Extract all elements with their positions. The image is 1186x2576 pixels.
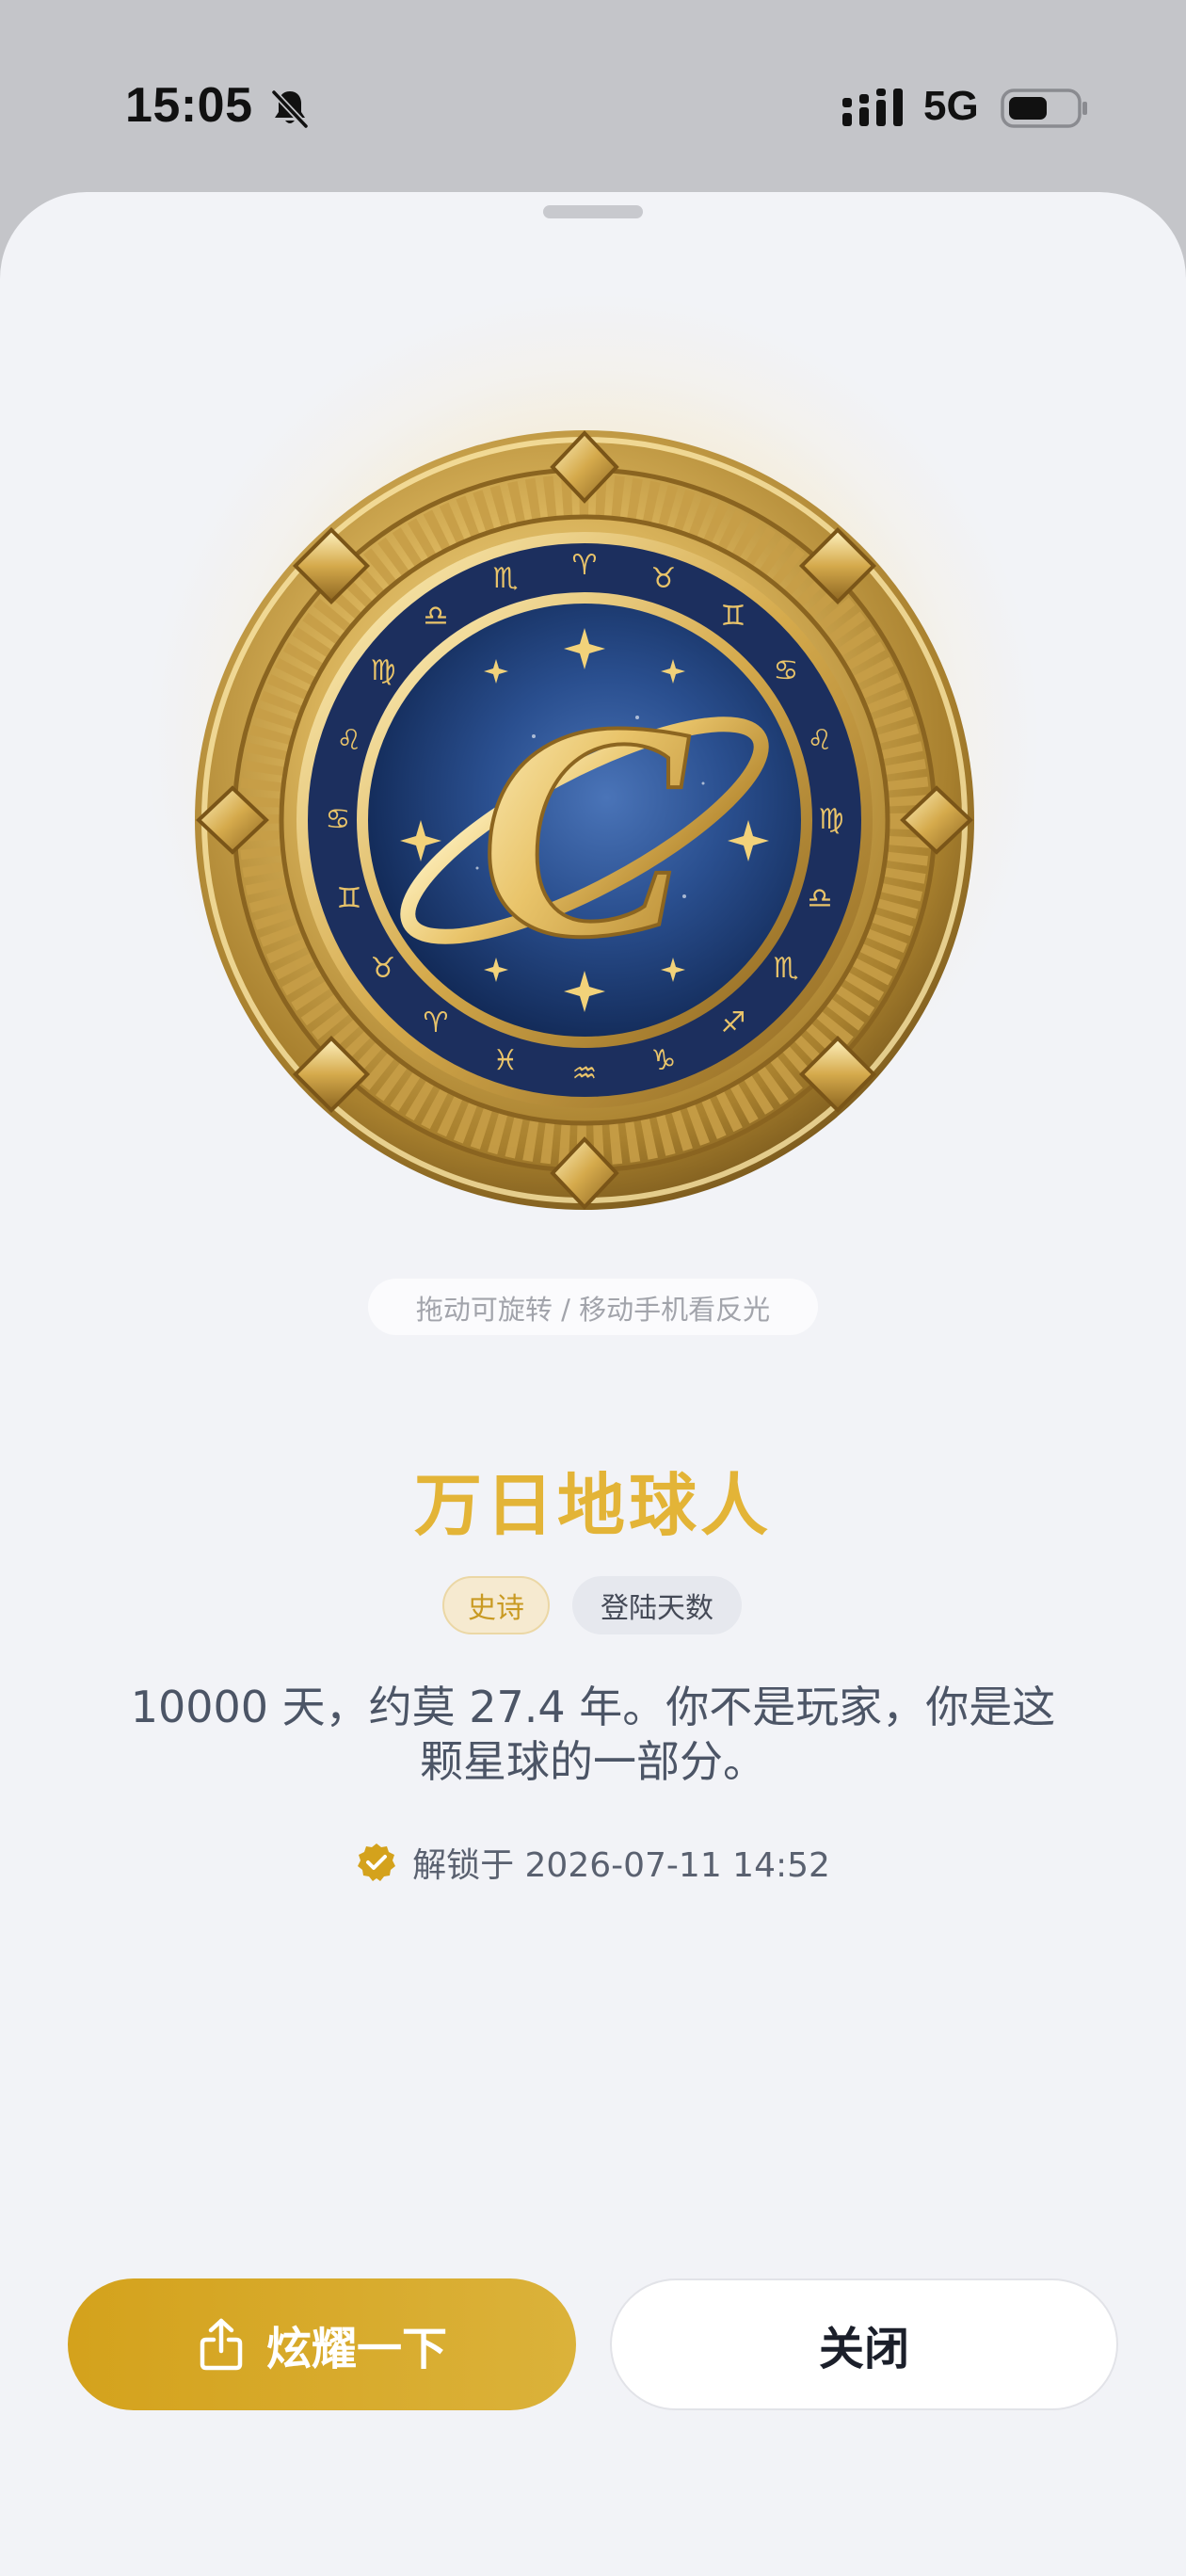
achievement-description: 10000 天，约莫 27.4 年。你不是玩家，你是这颗星球的一部分。 <box>130 1682 1056 1787</box>
svg-text:♉: ♉ <box>371 952 396 985</box>
battery-icon <box>1001 89 1087 128</box>
bell-slash-icon <box>271 89 309 129</box>
share-icon <box>200 2318 243 2371</box>
sheet-grabber[interactable] <box>543 205 643 218</box>
svg-text:♏: ♏ <box>774 952 799 985</box>
rarity-badge: 史诗 <box>442 1576 550 1634</box>
svg-text:♎: ♎ <box>808 882 833 915</box>
share-button-label: 炫耀一下 <box>265 2323 447 2375</box>
svg-text:♒: ♒ <box>572 1057 598 1090</box>
close-button[interactable]: 关闭 <box>610 2278 1118 2410</box>
svg-text:♏: ♏ <box>493 562 519 595</box>
share-button[interactable]: 炫耀一下 <box>68 2278 576 2410</box>
network-label: 5G <box>923 83 979 129</box>
svg-text:♈: ♈ <box>572 549 598 582</box>
close-button-label: 关闭 <box>818 2323 909 2375</box>
unlock-info: 解锁于 2026-07-11 14:52 <box>0 1838 1186 1887</box>
svg-text:♎: ♎ <box>424 600 449 633</box>
svg-text:♋: ♋ <box>774 654 799 687</box>
svg-text:♊: ♊ <box>721 600 746 633</box>
svg-text:♍: ♍ <box>371 654 396 687</box>
medal-emblem-letter: C <box>479 658 693 1002</box>
signal-bars-icon <box>842 89 903 126</box>
planet-c-medal-icon[interactable]: ♈ ♉ ♊ ♋ ♌ ♍ ♎ ♏ ♐ ♑ ♒ ♓ ♈ ♉ ♊ ♋ ♌ ♍ ♎ ♏ <box>195 426 974 1215</box>
svg-text:♌: ♌ <box>808 724 833 757</box>
unlock-timestamp: 解锁于 2026-07-11 14:52 <box>412 1846 830 1885</box>
category-badge: 登陆天数 <box>572 1576 742 1634</box>
verified-check-icon <box>358 1843 396 1881</box>
svg-text:♉: ♉ <box>651 562 677 595</box>
svg-text:♈: ♈ <box>424 1006 449 1039</box>
svg-text:♌: ♌ <box>337 724 362 757</box>
svg-text:♑: ♑ <box>651 1044 677 1077</box>
svg-text:♊: ♊ <box>337 882 362 915</box>
status-time: 15:05 <box>125 78 253 133</box>
achievement-title: 万日地球人 <box>413 1466 772 1545</box>
status-bar: 15:05 5G <box>0 0 1186 188</box>
svg-text:♍: ♍ <box>819 803 844 836</box>
rotate-hint: 拖动可旋转 / 移动手机看反光 <box>368 1279 818 1335</box>
svg-text:♐: ♐ <box>721 1006 746 1039</box>
svg-text:♓: ♓ <box>493 1044 519 1077</box>
svg-text:♋: ♋ <box>326 803 351 836</box>
